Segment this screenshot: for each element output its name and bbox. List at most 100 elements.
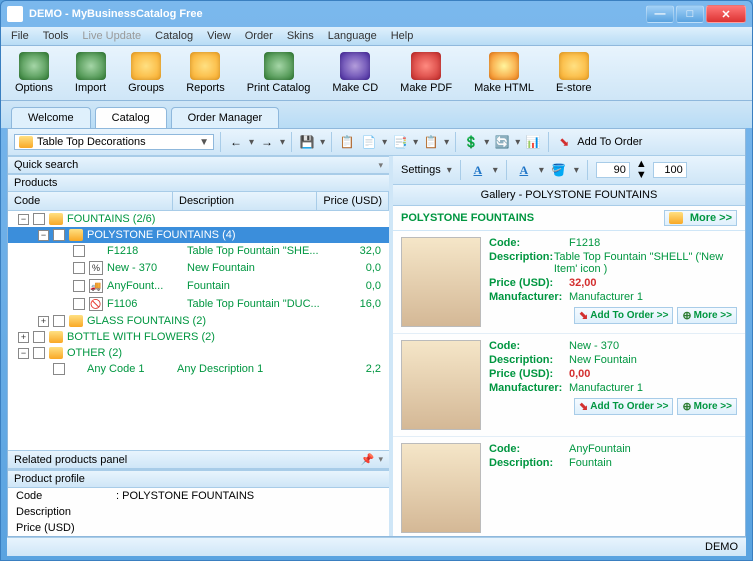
tab-order-manager[interactable]: Order Manager (171, 107, 280, 128)
menu-skins[interactable]: Skins (287, 30, 314, 42)
add-to-order-icon: ⬊ (555, 133, 573, 151)
col-price[interactable]: Price (USD) (317, 192, 389, 210)
tool-button-4[interactable]: 📋 (422, 133, 440, 151)
import-button[interactable]: Import (69, 50, 112, 96)
zoom-value-2[interactable]: 100 (653, 162, 687, 178)
detail-label: Price (USD): (489, 368, 569, 380)
checkbox[interactable] (73, 298, 85, 310)
product-thumbnail[interactable] (401, 237, 481, 327)
chevron-down-icon: ▼ (199, 137, 209, 148)
tree-item[interactable]: 🚚AnyFount...Fountain0,0 (8, 277, 389, 295)
reports-button[interactable]: Reports (180, 50, 231, 96)
font-style-button[interactable]: A (515, 161, 533, 179)
pin-icon[interactable]: 📌 (361, 453, 375, 466)
add-to-order-button[interactable]: ⬊ Add To Order >> (574, 398, 673, 415)
estore-button[interactable]: E-store (550, 50, 597, 96)
tree-category[interactable]: − OTHER (2) (8, 345, 389, 361)
expand-toggle[interactable]: − (18, 214, 29, 225)
tree-category[interactable]: +GLASS FOUNTAINS (2) (8, 313, 389, 329)
print-catalog-button[interactable]: Print Catalog (241, 50, 317, 96)
zoom-value-1[interactable]: 90 (596, 162, 630, 178)
checkbox[interactable] (73, 280, 85, 292)
nav-back-button[interactable]: ← (227, 133, 245, 151)
tool-button-1[interactable]: 📋 (338, 133, 356, 151)
tab-welcome[interactable]: Welcome (11, 107, 91, 128)
item-price: 2,2 (330, 363, 385, 375)
expand-toggle[interactable]: − (18, 348, 29, 359)
tool-button-6[interactable]: 🔄 (493, 133, 511, 151)
quick-search-panel[interactable]: Quick search ▾ (8, 156, 389, 174)
settings-button[interactable]: Settings (401, 164, 441, 176)
menu-live-update[interactable]: Live Update (82, 30, 141, 42)
menu-tools[interactable]: Tools (43, 30, 69, 42)
item-price: 32,0 (330, 245, 385, 257)
gallery-item[interactable]: Code:New - 370Description:New FountainPr… (393, 334, 745, 437)
checkbox[interactable] (53, 315, 65, 327)
more-button[interactable]: ⊕ More >> (677, 398, 737, 415)
tree-category[interactable]: − POLYSTONE FOUNTAINS (4) (8, 227, 389, 243)
checkbox[interactable] (73, 245, 85, 257)
checkbox[interactable] (33, 213, 45, 225)
category-label: OTHER (2) (67, 347, 122, 359)
menu-catalog[interactable]: Catalog (155, 30, 193, 42)
tool-button-2[interactable]: 📄 (360, 133, 378, 151)
checkbox[interactable] (73, 262, 85, 274)
maximize-button[interactable]: □ (676, 5, 704, 23)
menu-language[interactable]: Language (328, 30, 377, 42)
tree-category[interactable]: +BOTTLE WITH FLOWERS (2) (8, 329, 389, 345)
product-thumbnail[interactable] (401, 443, 481, 533)
col-code[interactable]: Code (8, 192, 173, 210)
tree-category[interactable]: −FOUNTAINS (2/6) (8, 211, 389, 227)
menu-file[interactable]: File (11, 30, 29, 42)
checkbox[interactable] (53, 363, 65, 375)
add-to-order-button[interactable]: ⬊ Add To Order >> (574, 307, 673, 324)
category-label: POLYSTONE FOUNTAINS (4) (87, 229, 236, 241)
minimize-button[interactable]: — (646, 5, 674, 23)
category-more-button[interactable]: More >> (664, 210, 737, 226)
gallery-item[interactable]: Code:AnyFountainDescription:Fountain (393, 437, 745, 536)
make-html-button[interactable]: Make HTML (468, 50, 540, 96)
related-products-panel[interactable]: Related products panel 📌 ▾ (8, 450, 389, 469)
tab-catalog[interactable]: Catalog (95, 107, 167, 128)
options-label: Options (15, 82, 53, 94)
folder-icon (669, 212, 683, 224)
tree-item[interactable]: Any Code 1Any Description 12,2 (8, 361, 389, 377)
add-to-order-button[interactable]: Add To Order (577, 136, 642, 148)
close-button[interactable]: ✕ (706, 5, 746, 23)
expand-toggle[interactable]: + (38, 316, 49, 327)
save-button[interactable]: 💾 (298, 133, 316, 151)
expand-toggle[interactable]: + (18, 332, 29, 343)
product-tree[interactable]: −FOUNTAINS (2/6)−POLYSTONE FOUNTAINS (4)… (8, 211, 389, 450)
menu-order[interactable]: Order (245, 30, 273, 42)
options-button[interactable]: Options (9, 50, 59, 96)
more-button[interactable]: ⊕ More >> (677, 307, 737, 324)
tool-button-7[interactable]: 📊 (524, 133, 542, 151)
make-pdf-button[interactable]: Make PDF (394, 50, 458, 96)
tree-item[interactable]: %New - 370New Fountain0,0 (8, 259, 389, 277)
nav-forward-button[interactable]: → (258, 133, 276, 151)
checkbox[interactable] (33, 347, 45, 359)
spinner-icon[interactable]: ▲▼ (636, 159, 647, 181)
expand-icon[interactable]: ▾ (378, 160, 383, 171)
make-cd-button[interactable]: Make CD (326, 50, 384, 96)
expand-toggle[interactable]: − (38, 230, 49, 241)
menu-view[interactable]: View (207, 30, 231, 42)
fill-color-button[interactable]: 🪣 (550, 161, 568, 179)
expand-icon-2[interactable]: ▾ (378, 454, 383, 465)
menu-help[interactable]: Help (391, 30, 414, 42)
groups-button[interactable]: Groups (122, 50, 170, 96)
col-description[interactable]: Description (173, 192, 317, 210)
checkbox[interactable] (33, 331, 45, 343)
item-code: Any Code 1 (87, 363, 177, 375)
checkbox[interactable] (53, 229, 65, 241)
category-combo[interactable]: Table Top Decorations ▼ (14, 134, 214, 150)
font-color-button[interactable]: A (469, 161, 487, 179)
tool-button-3[interactable]: 📑 (391, 133, 409, 151)
tree-item[interactable]: 🚫F1106Table Top Fountain "DUC...16,0 (8, 295, 389, 313)
product-thumbnail[interactable] (401, 340, 481, 430)
tool-button-5[interactable]: 💲 (462, 133, 480, 151)
tree-item[interactable]: F1218Table Top Fountain "SHE...32,0 (8, 243, 389, 259)
gallery-item[interactable]: Code:F1218Description:Table Top Fountain… (393, 231, 745, 334)
gallery-list[interactable]: Code:F1218Description:Table Top Fountain… (393, 231, 745, 536)
titlebar[interactable]: DEMO - MyBusinessCatalog Free — □ ✕ (1, 1, 752, 27)
